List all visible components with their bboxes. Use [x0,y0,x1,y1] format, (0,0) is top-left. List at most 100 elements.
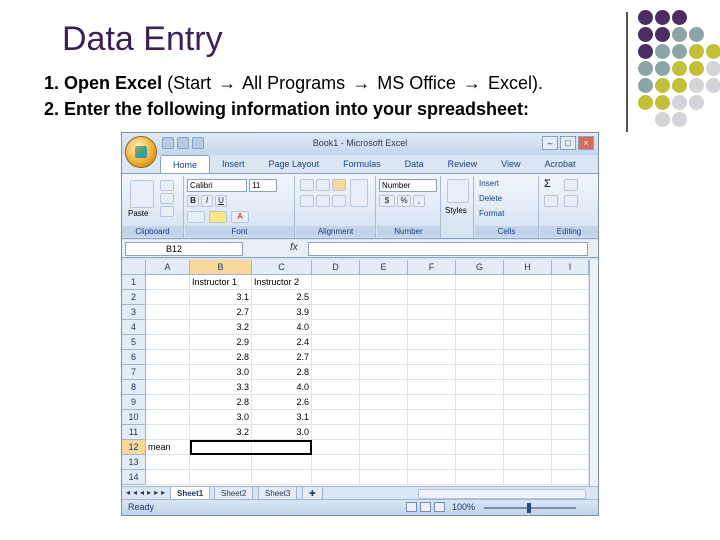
cell-a8[interactable] [146,380,190,395]
cell-c2[interactable]: 2.5 [252,290,312,305]
align-center-icon[interactable] [316,195,330,207]
row-header[interactable]: 6 [122,350,146,365]
column-header-f[interactable]: F [408,260,456,275]
cell-f11[interactable] [408,425,456,440]
cell-g6[interactable] [456,350,504,365]
fill-color-icon[interactable] [209,211,227,223]
cell-g5[interactable] [456,335,504,350]
sort-filter-icon[interactable] [564,179,578,191]
cell-a2[interactable] [146,290,190,305]
cell-h7[interactable] [504,365,552,380]
cell-e14[interactable] [360,470,408,485]
tab-view[interactable]: View [489,155,532,173]
cell-g12[interactable] [456,440,504,455]
cell-b2[interactable]: 3.1 [190,290,252,305]
cell-h14[interactable] [504,470,552,485]
tab-data[interactable]: Data [393,155,436,173]
cell-h12[interactable] [504,440,552,455]
column-header-e[interactable]: E [360,260,408,275]
cell-d9[interactable] [312,395,360,410]
cell-b5[interactable]: 2.9 [190,335,252,350]
cell-f13[interactable] [408,455,456,470]
cell-c3[interactable]: 3.9 [252,305,312,320]
cell-i13[interactable] [552,455,589,470]
cell-b11[interactable]: 3.2 [190,425,252,440]
cell-f5[interactable] [408,335,456,350]
insert-button[interactable]: Insert [479,179,499,188]
cell-h13[interactable] [504,455,552,470]
cell-b14[interactable] [190,470,252,485]
cell-e5[interactable] [360,335,408,350]
cell-i5[interactable] [552,335,589,350]
cell-c13[interactable] [252,455,312,470]
cell-d3[interactable] [312,305,360,320]
row-header[interactable]: 7 [122,365,146,380]
tab-page-layout[interactable]: Page Layout [257,155,332,173]
row-header[interactable]: 14 [122,470,146,485]
cell-g2[interactable] [456,290,504,305]
font-size-select[interactable]: 11 [249,179,277,192]
cell-f9[interactable] [408,395,456,410]
cell-d6[interactable] [312,350,360,365]
cell-c4[interactable]: 4.0 [252,320,312,335]
cell-f1[interactable] [408,275,456,290]
column-header-c[interactable]: C [252,260,312,275]
percent-button[interactable]: % [397,195,411,207]
cell-e3[interactable] [360,305,408,320]
row-header[interactable]: 3 [122,305,146,320]
cell-g3[interactable] [456,305,504,320]
column-header-g[interactable]: G [456,260,504,275]
align-bottom-icon[interactable] [332,179,346,191]
row-header[interactable]: 1 [122,275,146,290]
cell-g11[interactable] [456,425,504,440]
cell-f8[interactable] [408,380,456,395]
horizontal-scrollbar[interactable] [418,489,586,499]
delete-button[interactable]: Delete [479,194,502,203]
styles-icon[interactable] [447,179,469,203]
cell-h9[interactable] [504,395,552,410]
cell-f10[interactable] [408,410,456,425]
cell-d5[interactable] [312,335,360,350]
column-header-h[interactable]: H [504,260,552,275]
normal-view-icon[interactable] [406,502,417,512]
row-header[interactable]: 9 [122,395,146,410]
cell-i14[interactable] [552,470,589,485]
tab-review[interactable]: Review [436,155,490,173]
sheet-nav-arrows-icon[interactable]: ◂◂◂▸▸▸ [126,488,168,497]
cell-a9[interactable] [146,395,190,410]
cell-f12[interactable] [408,440,456,455]
tab-formulas[interactable]: Formulas [331,155,393,173]
cell-g7[interactable] [456,365,504,380]
page-layout-view-icon[interactable] [420,502,431,512]
row-header[interactable]: 2 [122,290,146,305]
cell-b7[interactable]: 3.0 [190,365,252,380]
styles-button[interactable]: Styles [445,206,467,215]
cell-a7[interactable] [146,365,190,380]
cell-h2[interactable] [504,290,552,305]
cell-d7[interactable] [312,365,360,380]
align-right-icon[interactable] [332,195,346,207]
find-select-icon[interactable] [564,195,578,207]
cell-h11[interactable] [504,425,552,440]
cell-i6[interactable] [552,350,589,365]
cell-e4[interactable] [360,320,408,335]
cell-c14[interactable] [252,470,312,485]
cell-h1[interactable] [504,275,552,290]
cell-d11[interactable] [312,425,360,440]
cell-b6[interactable]: 2.8 [190,350,252,365]
column-header-d[interactable]: D [312,260,360,275]
cell-h5[interactable] [504,335,552,350]
page-break-view-icon[interactable] [434,502,445,512]
cell-i1[interactable] [552,275,589,290]
cell-g4[interactable] [456,320,504,335]
cell-e10[interactable] [360,410,408,425]
cell-c1[interactable]: Instructor 2 [252,275,312,290]
cell-g9[interactable] [456,395,504,410]
maximize-button[interactable]: □ [560,136,576,150]
wrap-merge-icon[interactable] [350,179,368,207]
align-left-icon[interactable] [300,195,314,207]
italic-button[interactable]: I [201,195,213,207]
cell-i3[interactable] [552,305,589,320]
cell-d8[interactable] [312,380,360,395]
cell-i4[interactable] [552,320,589,335]
